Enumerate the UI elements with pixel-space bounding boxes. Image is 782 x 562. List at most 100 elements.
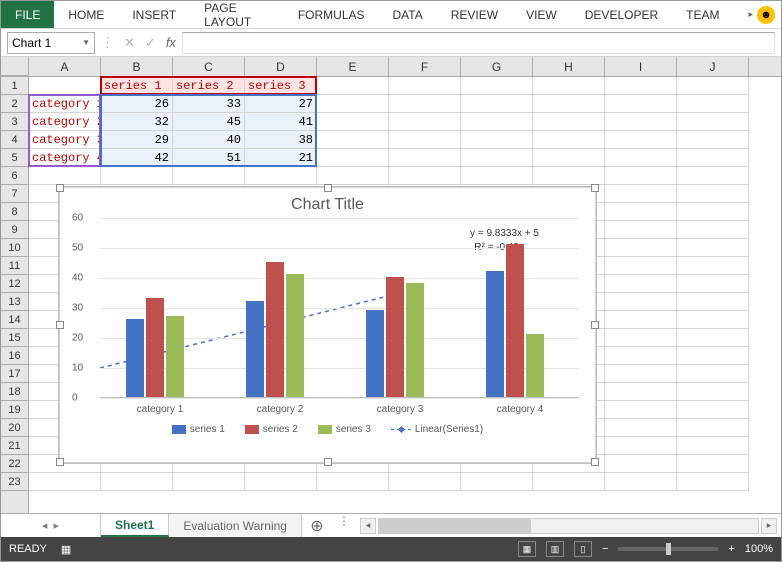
chart-bar[interactable] [366, 310, 384, 397]
cell[interactable] [677, 257, 749, 275]
col-header[interactable]: F [389, 57, 461, 76]
tab-home[interactable]: HOME [54, 1, 118, 28]
cell[interactable]: series 2 [173, 77, 245, 95]
col-header[interactable]: D [245, 57, 317, 76]
cell[interactable]: category 3 [29, 131, 101, 149]
cell[interactable] [605, 329, 677, 347]
cell[interactable] [677, 167, 749, 185]
col-header[interactable]: C [173, 57, 245, 76]
row-header[interactable]: 5 [1, 149, 28, 167]
cell[interactable]: 32 [101, 113, 173, 131]
cell[interactable] [677, 185, 749, 203]
row-header[interactable]: 2 [1, 95, 28, 113]
cell[interactable] [533, 167, 605, 185]
cell[interactable] [101, 473, 173, 491]
cell[interactable] [605, 401, 677, 419]
sheet-tab-active[interactable]: Sheet1 [101, 514, 169, 537]
cell[interactable] [317, 167, 389, 185]
row-header[interactable]: 11 [1, 257, 28, 275]
cell[interactable]: category 4 [29, 149, 101, 167]
tab-insert[interactable]: INSERT [118, 1, 190, 28]
cell[interactable] [677, 347, 749, 365]
cell[interactable] [605, 437, 677, 455]
cell[interactable] [605, 383, 677, 401]
cell[interactable] [461, 167, 533, 185]
macro-icon[interactable]: ▦ [61, 543, 71, 556]
cell[interactable] [677, 455, 749, 473]
cell[interactable] [173, 473, 245, 491]
cell[interactable] [605, 347, 677, 365]
row-header[interactable]: 8 [1, 203, 28, 221]
cell[interactable]: 51 [173, 149, 245, 167]
col-header[interactable]: E [317, 57, 389, 76]
cell[interactable]: 21 [245, 149, 317, 167]
cell[interactable] [605, 455, 677, 473]
chart-bar[interactable] [126, 319, 144, 397]
col-header[interactable]: J [677, 57, 749, 76]
chart-object[interactable]: Chart Title y = 9.8333x + 5 R² = -0.48 0… [59, 187, 596, 463]
row-header[interactable]: 1 [1, 77, 28, 95]
fx-icon[interactable]: fx [166, 35, 176, 50]
zoom-in-button[interactable]: + [728, 543, 734, 555]
cell[interactable] [605, 365, 677, 383]
chart-legend[interactable]: series 1 series 2 series 3 Linear(Series… [60, 424, 595, 435]
tab-file[interactable]: FILE [1, 1, 54, 28]
cancel-icon[interactable]: ✕ [124, 35, 135, 51]
row-header[interactable]: 6 [1, 167, 28, 185]
col-header[interactable]: B [101, 57, 173, 76]
chart-bar[interactable] [146, 298, 164, 397]
cell[interactable]: 42 [101, 149, 173, 167]
row-header[interactable]: 22 [1, 455, 28, 473]
tab-nav[interactable]: ◂ ▸ [1, 514, 101, 537]
chart-bar[interactable] [406, 283, 424, 397]
chart-bar[interactable] [166, 316, 184, 397]
zoom-slider[interactable] [618, 547, 718, 551]
cell[interactable] [677, 203, 749, 221]
enter-icon[interactable]: ✓ [145, 35, 156, 51]
cell[interactable] [245, 167, 317, 185]
zoom-level[interactable]: 100% [745, 543, 773, 555]
scroll-right-button[interactable]: ▸ [761, 518, 777, 534]
cell[interactable] [173, 167, 245, 185]
name-box[interactable]: Chart 1▼ [7, 32, 95, 54]
row-header[interactable]: 3 [1, 113, 28, 131]
row-header[interactable]: 15 [1, 329, 28, 347]
tab-team[interactable]: TEAM [672, 1, 733, 28]
cell[interactable] [677, 293, 749, 311]
tab-data[interactable]: DATA [379, 1, 437, 28]
cell[interactable] [677, 239, 749, 257]
row-header[interactable]: 12 [1, 275, 28, 293]
row-header[interactable]: 13 [1, 293, 28, 311]
cell[interactable] [677, 401, 749, 419]
cell[interactable] [677, 311, 749, 329]
cell[interactable] [677, 221, 749, 239]
cell[interactable] [677, 365, 749, 383]
cell[interactable]: category 1 [29, 95, 101, 113]
row-header[interactable]: 4 [1, 131, 28, 149]
scroll-left-button[interactable]: ◂ [360, 518, 376, 534]
cell[interactable] [605, 275, 677, 293]
view-break-icon[interactable]: ▯ [574, 541, 592, 557]
chart-bar[interactable] [246, 301, 264, 397]
cell[interactable] [605, 221, 677, 239]
select-all-corner[interactable] [1, 57, 29, 76]
cell[interactable] [605, 167, 677, 185]
cell[interactable] [29, 167, 101, 185]
row-header[interactable]: 23 [1, 473, 28, 491]
row-header[interactable]: 14 [1, 311, 28, 329]
tab-review[interactable]: REVIEW [437, 1, 512, 28]
cell[interactable] [677, 419, 749, 437]
row-header[interactable]: 18 [1, 383, 28, 401]
cell[interactable] [533, 473, 605, 491]
tab-formulas[interactable]: FORMULAS [284, 1, 379, 28]
chart-plot-area[interactable]: y = 9.8333x + 5 R² = -0.48 0102030405060… [100, 218, 579, 398]
tab-page-layout[interactable]: PAGE LAYOUT [190, 1, 284, 28]
cell[interactable]: 38 [245, 131, 317, 149]
row-header[interactable]: 20 [1, 419, 28, 437]
view-normal-icon[interactable]: ▦ [518, 541, 536, 557]
cell[interactable]: 33 [173, 95, 245, 113]
cell[interactable] [677, 275, 749, 293]
cell[interactable] [677, 473, 749, 491]
cell[interactable]: 27 [245, 95, 317, 113]
smiley-icon[interactable]: ☻ [757, 6, 775, 24]
